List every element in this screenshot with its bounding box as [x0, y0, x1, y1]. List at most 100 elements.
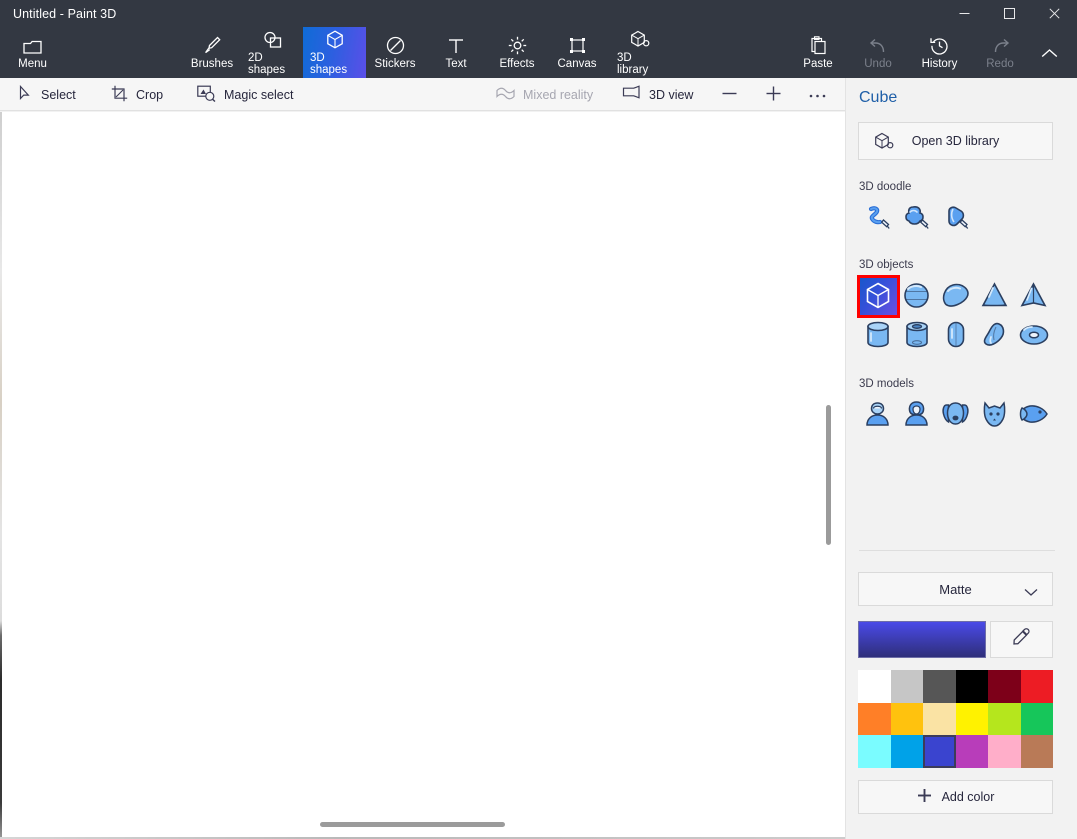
ribbon-item-3d-library[interactable]: 3D library [610, 27, 669, 78]
tool-3d-view[interactable]: 3D view [616, 78, 699, 111]
canvas-area[interactable] [0, 112, 845, 839]
color-swatch-white[interactable] [858, 670, 891, 703]
color-swatch-yellow[interactable] [956, 703, 989, 736]
color-swatch-dark-gray[interactable] [923, 670, 956, 703]
color-swatch-cyan-blue[interactable] [891, 735, 924, 768]
canvas-vertical-scrollbar[interactable] [822, 112, 836, 812]
add-color-button[interactable]: Add color [858, 780, 1053, 814]
color-swatch-dark-red[interactable] [988, 670, 1021, 703]
window-title: Untitled - Paint 3D [13, 7, 116, 21]
doodle-tube[interactable] [936, 198, 975, 237]
ribbon-label-redo: Redo [986, 58, 1014, 70]
ribbon-label-history: History [922, 58, 958, 70]
blob-doodle-icon [902, 204, 932, 232]
model-woman[interactable] [897, 394, 936, 433]
color-swatch-brown[interactable] [1021, 735, 1054, 768]
panel-title: Cube [859, 89, 897, 107]
model-dog[interactable] [936, 394, 975, 433]
color-swatch-amber[interactable] [891, 703, 924, 736]
vertical-scrollbar-thumb[interactable] [826, 405, 831, 545]
tool-zoom-in[interactable] [758, 78, 788, 111]
object-donut[interactable] [1014, 315, 1053, 354]
collapse-ribbon-button[interactable] [1033, 41, 1065, 65]
object-cylinder[interactable] [858, 315, 897, 354]
canvas-icon [568, 35, 587, 55]
ribbon-item-effects[interactable]: Effects [492, 27, 542, 78]
ribbon-item-redo: Redo [979, 27, 1021, 78]
ribbon-item-stickers[interactable]: Stickers [369, 27, 421, 78]
tool-magic-select[interactable]: Magic select [191, 78, 299, 111]
mixed-reality-icon [496, 86, 515, 104]
color-swatch-green[interactable] [1021, 703, 1054, 736]
panel-divider [859, 550, 1055, 551]
object-pyramid[interactable] [1014, 276, 1053, 315]
doodle-sharp-edge[interactable] [858, 198, 897, 237]
model-fish[interactable] [1014, 394, 1053, 433]
section-label-3d-objects: 3D objects [859, 259, 913, 271]
ribbon-item-history[interactable]: History [915, 27, 964, 78]
tool-label-select: Select [41, 88, 76, 102]
ribbon-item-paste[interactable]: Paste [795, 27, 841, 78]
ribbon-item-brushes[interactable]: Brushes [186, 27, 238, 78]
tool-select[interactable]: Select [12, 78, 82, 111]
color-swatch-purple[interactable] [956, 735, 989, 768]
open-3d-library-label: Open 3D library [912, 134, 1000, 148]
tool-crop[interactable]: Crop [105, 78, 169, 111]
cursor-arrow-icon [18, 85, 33, 104]
object-teardrop[interactable] [975, 315, 1014, 354]
man-icon [864, 400, 891, 427]
close-button[interactable] [1032, 0, 1077, 27]
color-swatch-aqua[interactable] [858, 735, 891, 768]
color-swatch-blue[interactable] [923, 735, 956, 768]
tool-zoom-out[interactable] [714, 78, 744, 111]
ribbon-item-3d-shapes[interactable]: 3D shapes [303, 27, 366, 78]
ribbon-item-undo: Undo [856, 27, 900, 78]
object-sphere[interactable] [897, 276, 936, 315]
tool-label-mixed-reality: Mixed reality [523, 88, 593, 102]
tool-label-crop: Crop [136, 88, 163, 102]
material-dropdown[interactable]: Matte [858, 572, 1053, 606]
object-tube[interactable] [897, 315, 936, 354]
color-swatch-lime[interactable] [988, 703, 1021, 736]
section-label-3d-models: 3D models [859, 378, 914, 390]
color-swatch-black[interactable] [956, 670, 989, 703]
color-swatch-light-gray[interactable] [891, 670, 924, 703]
tool-more-options[interactable] [802, 78, 832, 111]
object-hemisphere[interactable] [936, 276, 975, 315]
color-palette[interactable] [858, 670, 1053, 768]
current-color-swatch[interactable] [858, 621, 986, 658]
color-swatch-pink[interactable] [988, 735, 1021, 768]
object-cube[interactable] [858, 276, 897, 315]
3d-view-icon [622, 85, 641, 104]
ribbon-item-canvas[interactable]: Canvas [552, 27, 602, 78]
doodle-soft-edge[interactable] [897, 198, 936, 237]
model-man[interactable] [858, 394, 897, 433]
object-capsule[interactable] [936, 315, 975, 354]
chevron-up-icon [1041, 48, 1058, 59]
color-swatch-cream[interactable] [923, 703, 956, 736]
objects-row-2 [858, 315, 1053, 354]
color-swatch-red[interactable] [1021, 670, 1054, 703]
canvas-horizontal-scrollbar[interactable] [0, 818, 845, 832]
eyedropper-button[interactable] [990, 621, 1053, 658]
ribbon-label-canvas: Canvas [558, 58, 597, 70]
zoom-in-icon [765, 85, 782, 105]
redo-icon [991, 35, 1010, 55]
crop-icon [111, 85, 128, 105]
clipboard-icon [810, 35, 827, 55]
horizontal-scrollbar-thumb[interactable] [320, 822, 505, 827]
model-cat[interactable] [975, 394, 1014, 433]
ribbon-item-text[interactable]: Text [435, 27, 477, 78]
ribbon-item-2d-shapes[interactable]: 2D shapes [241, 27, 305, 78]
maximize-button[interactable] [987, 0, 1032, 27]
open-3d-library-button[interactable]: Open 3D library [858, 122, 1053, 160]
tool-label-3d-view: 3D view [649, 88, 693, 102]
sphere-icon [903, 282, 930, 309]
pyramid-icon [1020, 282, 1047, 309]
ribbon-label-brushes: Brushes [191, 58, 233, 70]
ribbon-item-menu[interactable]: Menu [10, 27, 55, 78]
capsule-icon [947, 321, 965, 348]
object-cone[interactable] [975, 276, 1014, 315]
minimize-button[interactable] [942, 0, 987, 27]
color-swatch-orange[interactable] [858, 703, 891, 736]
